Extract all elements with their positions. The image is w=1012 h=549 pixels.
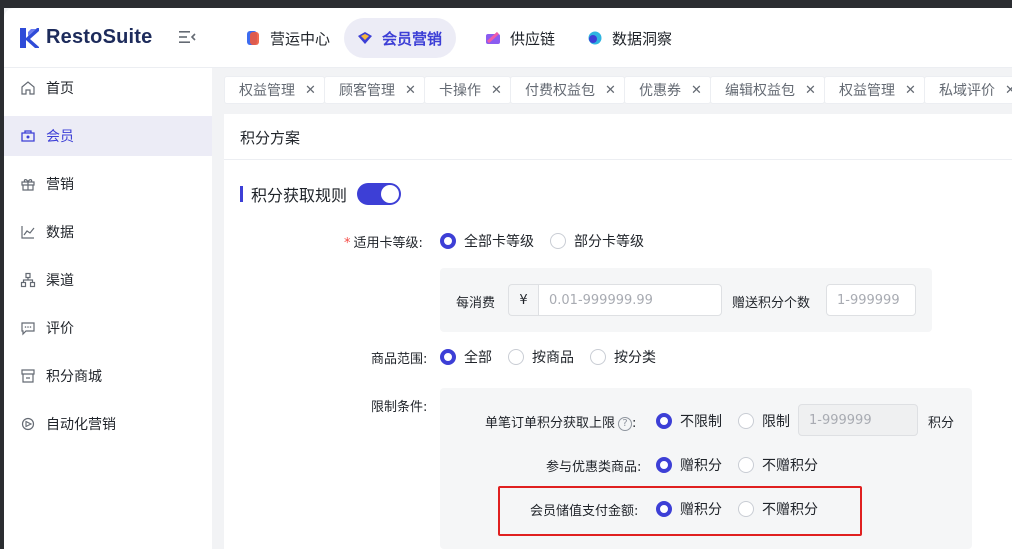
radio-all-card-levels[interactable]: 全部卡等级 bbox=[440, 231, 534, 251]
content-panel: 积分方案 积分获取规则 * 适用卡等级: 全部卡等级 部分卡等级 每消费 ¥ 0.… bbox=[224, 114, 1012, 549]
radio-discount-goods-give[interactable]: 赠积分 bbox=[656, 455, 722, 475]
radio-dot bbox=[508, 349, 524, 365]
page-tab[interactable]: 优惠券 ✕ bbox=[624, 76, 711, 104]
limits-label: 限制条件: bbox=[371, 400, 428, 415]
close-icon[interactable]: ✕ bbox=[905, 83, 916, 98]
section-accent-bar bbox=[240, 186, 243, 202]
close-icon[interactable]: ✕ bbox=[691, 83, 702, 98]
radio-partial-card-levels[interactable]: 部分卡等级 bbox=[550, 231, 644, 251]
discount-goods-label: 参与优惠类商品: bbox=[546, 460, 642, 475]
page-tab[interactable]: 私域评价 ✕ bbox=[924, 76, 1012, 104]
spend-label: 每消费 bbox=[456, 296, 496, 311]
page-tab[interactable]: 付费权益包 ✕ bbox=[510, 76, 625, 104]
ops-center-icon bbox=[247, 31, 259, 45]
currency-prefix: ¥ bbox=[508, 284, 538, 316]
close-icon[interactable]: ✕ bbox=[605, 83, 616, 98]
app-name: RestoSuite bbox=[46, 26, 153, 48]
line-chart-icon bbox=[21, 226, 35, 239]
supply-chain-icon bbox=[486, 31, 500, 44]
nav-tab-supply-chain[interactable]: 供应链 bbox=[472, 18, 569, 58]
gift-icon bbox=[21, 179, 35, 191]
page-tab-strip: 权益管理 ✕ 顾客管理 ✕ 卡操作 ✕ 付费权益包 ✕ 优惠券 ✕ 编辑权益包 ✕ 权益管理… bbox=[212, 68, 1012, 112]
window-frame bbox=[0, 0, 1012, 8]
radio-dot bbox=[738, 413, 754, 429]
member-icon bbox=[21, 130, 35, 142]
logo[interactable]: RestoSuite bbox=[18, 26, 152, 49]
radio-scope-by-category[interactable]: 按分类 bbox=[590, 347, 656, 367]
nav-tab-ops-center[interactable]: 营运中心 bbox=[232, 18, 344, 58]
points-count-label: 赠送积分个数 bbox=[732, 296, 811, 311]
points-count-input[interactable]: 1-999999 bbox=[826, 284, 916, 316]
radio-order-cap-unlimited[interactable]: 不限制 bbox=[656, 411, 722, 431]
collapse-menu-icon[interactable] bbox=[178, 29, 196, 45]
radio-dot bbox=[656, 413, 672, 429]
sidebar-item-member[interactable]: 会员 bbox=[4, 116, 212, 156]
page-tab[interactable]: 顾客管理 ✕ bbox=[324, 76, 425, 104]
radio-dot bbox=[550, 233, 566, 249]
spend-amount-input[interactable]: 0.01-999999.99 bbox=[538, 284, 722, 316]
toggle-knob bbox=[381, 185, 400, 203]
radio-discount-goods-no[interactable]: 不赠积分 bbox=[738, 455, 818, 475]
sidebar-item-channel[interactable]: 渠道 bbox=[4, 260, 212, 300]
radio-dot bbox=[590, 349, 606, 365]
highlight-box bbox=[498, 486, 862, 536]
nav-tab-data-insight[interactable]: 数据洞察 bbox=[574, 18, 686, 58]
comment-icon bbox=[21, 322, 35, 336]
product-scope-label: 商品范围: bbox=[371, 352, 428, 367]
page-title: 积分方案 bbox=[240, 129, 301, 147]
automation-icon bbox=[21, 417, 35, 431]
rule-enable-toggle[interactable] bbox=[357, 183, 402, 205]
sidebar-item-points-mall[interactable]: 积分商城 bbox=[4, 356, 212, 396]
order-cap-unit: 积分 bbox=[928, 416, 955, 431]
sidebar-item-automation[interactable]: 自动化营销 bbox=[4, 404, 212, 444]
card-level-label: * 适用卡等级: bbox=[344, 236, 423, 251]
top-header: RestoSuite 营运中心 会员营销 供应链 数据洞察 bbox=[4, 8, 1012, 68]
radio-dot bbox=[440, 349, 456, 365]
mall-icon bbox=[21, 369, 35, 383]
member-marketing-icon bbox=[358, 32, 372, 44]
radio-dot bbox=[738, 457, 754, 473]
help-icon[interactable]: ? bbox=[618, 416, 633, 431]
order-cap-input[interactable]: 1-999999 bbox=[798, 404, 918, 436]
required-mark: * bbox=[344, 236, 351, 251]
page-tab[interactable]: 编辑权益包 ✕ bbox=[710, 76, 825, 104]
page-tab[interactable]: 卡操作 ✕ bbox=[424, 76, 511, 104]
nav-tab-member-marketing[interactable]: 会员营销 bbox=[344, 18, 457, 58]
close-icon[interactable]: ✕ bbox=[805, 83, 816, 98]
channel-icon bbox=[20, 272, 36, 288]
restosuite-logo-icon bbox=[20, 27, 39, 48]
radio-scope-all[interactable]: 全部 bbox=[440, 347, 492, 367]
section-header: 积分获取规则 bbox=[240, 182, 402, 206]
radio-dot bbox=[656, 457, 672, 473]
page-tab[interactable]: 权益管理 ✕ bbox=[224, 76, 325, 104]
close-icon[interactable]: ✕ bbox=[405, 83, 416, 98]
radio-dot bbox=[440, 233, 456, 249]
radio-order-cap-limited[interactable]: 限制 bbox=[738, 411, 790, 431]
sidebar-item-home[interactable]: 首页 bbox=[4, 68, 212, 108]
home-icon bbox=[21, 81, 35, 95]
section-title: 积分获取规则 bbox=[251, 186, 348, 205]
data-insight-icon bbox=[588, 31, 602, 45]
sidebar-item-marketing[interactable]: 营销 bbox=[4, 164, 212, 204]
close-icon[interactable]: ✕ bbox=[491, 83, 502, 98]
page-tab[interactable]: 权益管理 ✕ bbox=[824, 76, 925, 104]
sidebar-item-review[interactable]: 评价 bbox=[4, 308, 212, 348]
radio-scope-by-product[interactable]: 按商品 bbox=[508, 347, 574, 367]
sidebar-item-data[interactable]: 数据 bbox=[4, 212, 212, 252]
sidebar: 首页 会员 营销 数据 渠道 评价 积分商城 自动化营销 bbox=[4, 68, 212, 549]
close-icon[interactable]: ✕ bbox=[305, 83, 316, 98]
close-icon[interactable]: ✕ bbox=[1005, 83, 1012, 98]
order-cap-label: 单笔订单积分获取上限?: bbox=[485, 416, 637, 431]
divider bbox=[224, 159, 1012, 160]
